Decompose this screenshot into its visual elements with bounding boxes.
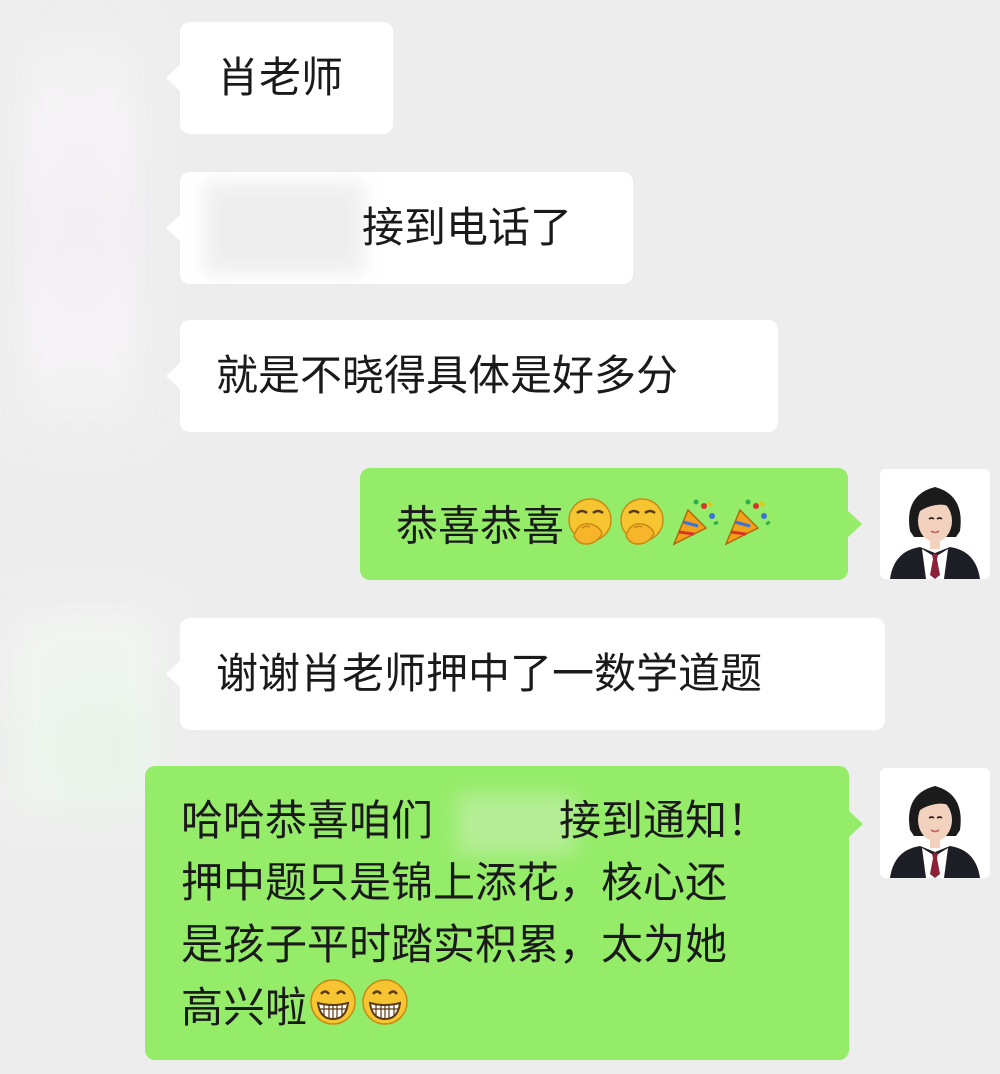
contact-avatar-blurred[interactable]	[20, 30, 140, 430]
grinning-face-emoji	[359, 976, 411, 1045]
grinning-face-emoji	[307, 976, 359, 1045]
party-popper-emoji	[720, 496, 772, 562]
message-bubble-incoming[interactable]: 接到电话了	[166, 172, 633, 284]
teacher-avatar-icon	[880, 768, 990, 878]
message-line: 押中题只是锦上添花，核心还	[181, 858, 728, 907]
chat-conversation: 肖老师 接到电话了 就是不晓得具体是好多分 恭喜恭喜 谢谢肖老师押中了一数学道题…	[0, 0, 1000, 1074]
message-line: 哈哈恭喜咱们 接到通知！	[181, 790, 821, 852]
message-bubble-incoming[interactable]: 就是不晓得具体是好多分	[166, 320, 778, 432]
message-line: 高兴啦	[181, 976, 821, 1038]
message-text: 就是不晓得具体是好多分	[216, 351, 679, 400]
message-text: 接到电话了	[362, 203, 573, 252]
message-bubble-outgoing[interactable]: 恭喜恭喜	[360, 468, 862, 580]
message-text: 谢谢肖老师押中了一数学道题	[216, 649, 763, 698]
message-text: 接到通知！	[559, 796, 770, 845]
contact-avatar-blurred-2[interactable]	[10, 610, 160, 810]
message-content: 恭喜恭喜	[396, 496, 772, 562]
message-text: 恭喜恭喜	[396, 501, 565, 551]
teacher-avatar-icon	[880, 469, 990, 579]
message-bubble-outgoing[interactable]: 哈哈恭喜咱们 接到通知！ 押中题只是锦上添花，核心还 是孩子平时踏实积累，太为她 …	[145, 766, 863, 1060]
hand-over-mouth-emoji	[616, 496, 668, 562]
party-popper-emoji	[668, 496, 720, 562]
hand-over-mouth-emoji	[564, 496, 616, 562]
message-bubble-incoming[interactable]: 肖老师	[166, 22, 393, 134]
message-line: 是孩子平时踏实积累，太为她	[181, 920, 728, 969]
teacher-avatar[interactable]	[880, 469, 990, 579]
message-text: 高兴啦	[181, 983, 308, 1032]
teacher-avatar[interactable]	[880, 768, 990, 878]
message-text: 肖老师	[217, 53, 344, 102]
message-content: 哈哈恭喜咱们 接到通知！ 押中题只是锦上添花，核心还 是孩子平时踏实积累，太为她 …	[181, 790, 821, 1038]
message-text: 哈哈恭喜咱们	[181, 796, 434, 845]
redacted-area	[204, 182, 364, 274]
message-bubble-incoming[interactable]: 谢谢肖老师押中了一数学道题	[166, 618, 885, 730]
